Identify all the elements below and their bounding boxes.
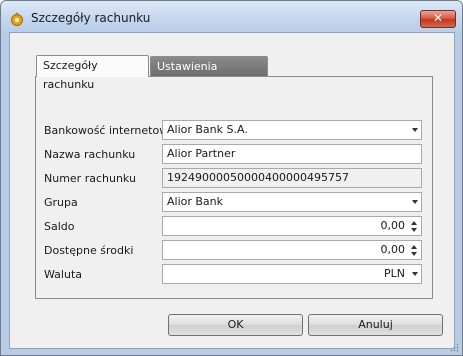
saldo-value: 0,00: [380, 219, 406, 232]
nazwa-input[interactable]: Alior Partner: [162, 144, 422, 164]
tab-ustawienia-rachunku[interactable]: Ustawienia rachunku: [150, 56, 268, 92]
numer-label: Numer rachunku: [44, 172, 136, 185]
dialog-body: Szczegóły rachunku Ustawienia rachunku B…: [9, 32, 455, 349]
chevron-down-icon: [412, 272, 418, 276]
bankowosc-select[interactable]: Alior Bank S.A.: [162, 120, 422, 140]
spin-arrows-icon[interactable]: [410, 242, 419, 258]
close-icon: ✕: [432, 11, 444, 25]
waluta-select[interactable]: PLN: [162, 264, 422, 284]
saldo-label: Saldo: [44, 220, 75, 233]
saldo-spinbox[interactable]: 0,00: [162, 216, 422, 236]
dialog-window: Szczegóły rachunku ✕ Szczegóły rachunku …: [0, 0, 463, 356]
ok-button[interactable]: OK: [168, 314, 303, 336]
chevron-down-icon: [412, 200, 418, 204]
chevron-down-icon: [412, 128, 418, 132]
numer-value: 19249000050000400000495757: [167, 171, 349, 184]
nazwa-value: Alior Partner: [167, 147, 236, 160]
srodki-spinbox[interactable]: 0,00: [162, 240, 422, 260]
tab-label: Szczegóły rachunku: [43, 59, 98, 91]
bankowosc-value: Alior Bank S.A.: [167, 123, 248, 136]
resize-grip-icon[interactable]: [449, 342, 459, 352]
numer-field: 19249000050000400000495757: [162, 168, 422, 188]
tab-panel: Bankowość internetowa Alior Bank S.A. Na…: [35, 76, 433, 299]
tab-szczegoly-rachunku[interactable]: Szczegóły rachunku: [36, 55, 149, 91]
srodki-value: 0,00: [380, 243, 406, 256]
bankowosc-label: Bankowość internetowa: [44, 124, 175, 137]
coin-bag-icon: [11, 12, 23, 26]
spin-arrows-icon[interactable]: [410, 218, 419, 234]
srodki-label: Dostępne środki: [44, 244, 134, 257]
title-bar[interactable]: Szczegóły rachunku ✕: [1, 1, 462, 35]
waluta-label: Waluta: [44, 268, 82, 281]
cancel-button[interactable]: Anuluj: [308, 314, 443, 336]
grupa-value: Alior Bank: [167, 195, 224, 208]
nazwa-label: Nazwa rachunku: [44, 148, 136, 161]
waluta-value: PLN: [384, 267, 405, 280]
window-title: Szczegóły rachunku: [31, 11, 151, 25]
grupa-select[interactable]: Alior Bank: [162, 192, 422, 212]
grupa-label: Grupa: [44, 196, 78, 209]
close-button[interactable]: ✕: [420, 10, 456, 28]
